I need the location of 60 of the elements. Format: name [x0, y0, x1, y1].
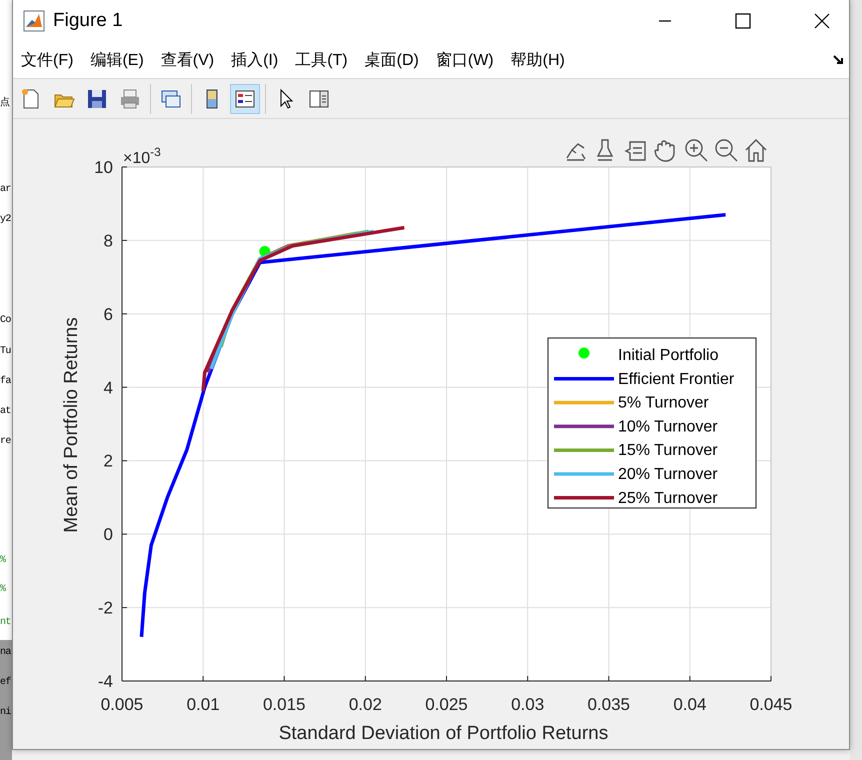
window-title: Figure 1 — [53, 10, 123, 32]
menu-item[interactable]: 查看(V) — [160, 50, 214, 70]
y-tick-label: -4 — [98, 672, 113, 691]
legend-label: 20% Turnover — [618, 466, 718, 483]
code-text: % — [0, 583, 6, 597]
code-text: na — [0, 646, 11, 660]
y-tick-label: 2 — [104, 452, 113, 471]
menu-item[interactable]: 工具(T) — [295, 50, 348, 70]
app-icon — [23, 10, 45, 32]
data-tips-icon[interactable] — [624, 141, 646, 161]
axis-exponent: ×10$^{-3}$ — [123, 145, 161, 167]
x-tick-label: 0.025 — [425, 695, 468, 714]
y-axis-label: Mean of Portfolio Returns — [61, 317, 82, 533]
menu-item[interactable]: 插入(I) — [231, 50, 278, 70]
y-tick-label: 6 — [104, 304, 113, 324]
code-text: ar — [0, 183, 11, 197]
x-axis-label: Standard Deviation of Portfolio Returns — [278, 723, 608, 744]
close-icon[interactable] — [814, 13, 830, 29]
code-text: ni — [0, 706, 11, 720]
code-text: Co — [0, 314, 11, 328]
code-text: at — [0, 405, 11, 419]
menu-item[interactable]: 文件(F) — [21, 50, 74, 70]
menu-item[interactable]: 窗口(W) — [436, 50, 494, 70]
legend-label: 15% Turnover — [618, 442, 718, 460]
x-tick-label: 0.03 — [511, 695, 544, 714]
legend-label: Initial Portfolio — [618, 347, 718, 364]
zoom-out-icon[interactable] — [715, 139, 738, 162]
pan-hand-icon[interactable] — [654, 140, 675, 162]
x-tick-label: 0.01 — [186, 695, 220, 714]
menu-item[interactable]: 桌面(D) — [364, 50, 419, 70]
dock-arrow-icon[interactable] — [833, 54, 845, 66]
x-tick-label: 0.005 — [100, 695, 144, 714]
legend-label: 5% Turnover — [618, 394, 709, 412]
code-text: re — [0, 435, 11, 449]
y-tick-label: -2 — [98, 598, 113, 618]
maximize-icon[interactable] — [735, 13, 751, 29]
y-tick-label: 8 — [104, 231, 113, 250]
code-text: ef — [0, 676, 11, 690]
x-tick-label: 0.045 — [750, 695, 792, 714]
legend-label: 10% Turnover — [618, 418, 718, 436]
home-icon[interactable] — [745, 139, 767, 162]
legend-icon[interactable] — [230, 84, 260, 114]
zoom-in-icon[interactable] — [685, 139, 708, 162]
legend-label: 25% Turnover — [618, 490, 718, 507]
y-tick-label: 4 — [104, 378, 113, 398]
code-text: fa — [0, 374, 11, 389]
menu-item[interactable]: 编辑(E) — [90, 50, 144, 70]
x-tick-label: 0.015 — [262, 695, 306, 714]
x-tick-label: 0.035 — [587, 695, 630, 714]
y-tick-label: 10 — [94, 158, 113, 177]
legend-label: Efficient Frontier — [618, 370, 734, 388]
code-text: nt — [0, 616, 11, 630]
y-tick-label: 0 — [104, 525, 113, 544]
code-text: y2 — [0, 213, 11, 227]
x-tick-label: 0.04 — [673, 695, 706, 714]
code-text: Tu — [0, 345, 11, 359]
code-text: 点 — [0, 96, 10, 111]
menu-item[interactable]: 帮助(H) — [510, 50, 565, 70]
x-tick-label: 0.02 — [348, 695, 382, 714]
code-text: % — [0, 554, 6, 568]
